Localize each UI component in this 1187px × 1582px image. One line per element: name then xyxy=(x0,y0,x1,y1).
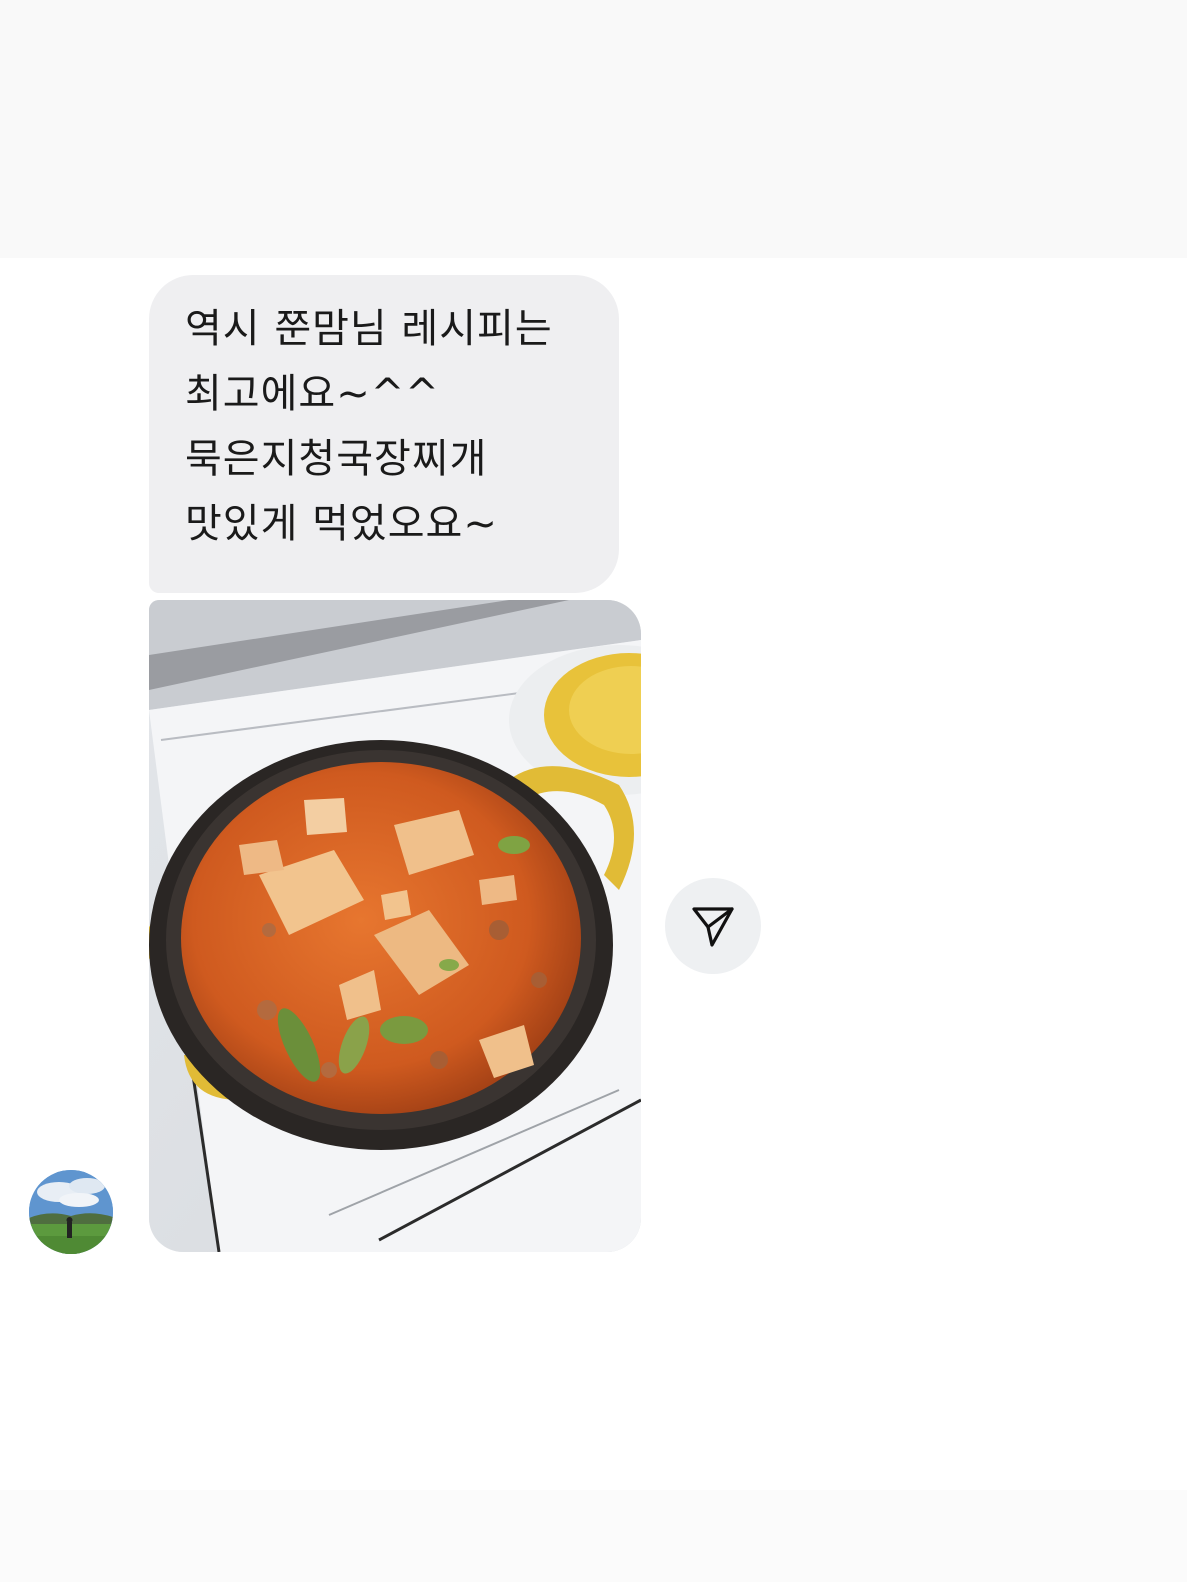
send-icon xyxy=(692,907,734,947)
share-button[interactable] xyxy=(665,878,761,974)
stew-pot-photo xyxy=(149,600,641,1252)
photo-message[interactable] xyxy=(149,600,641,1252)
message-line: 최고에요~^^ xyxy=(185,371,440,417)
message-line: 역시 쭌맘님 레시피는 xyxy=(185,306,553,352)
top-blank-area xyxy=(0,0,1187,258)
text-message-bubble[interactable]: 역시 쭌맘님 레시피는 최고에요~^^ 묵은지청국장찌개 맛있게 먹었오요~ xyxy=(149,275,619,593)
avatar[interactable] xyxy=(29,1170,113,1254)
message-line: 맛있게 먹었오요~ xyxy=(185,501,498,547)
profile-avatar xyxy=(29,1170,113,1254)
bottom-blank-area xyxy=(0,1490,1187,1582)
message-line: 묵은지청국장찌개 xyxy=(185,436,488,482)
